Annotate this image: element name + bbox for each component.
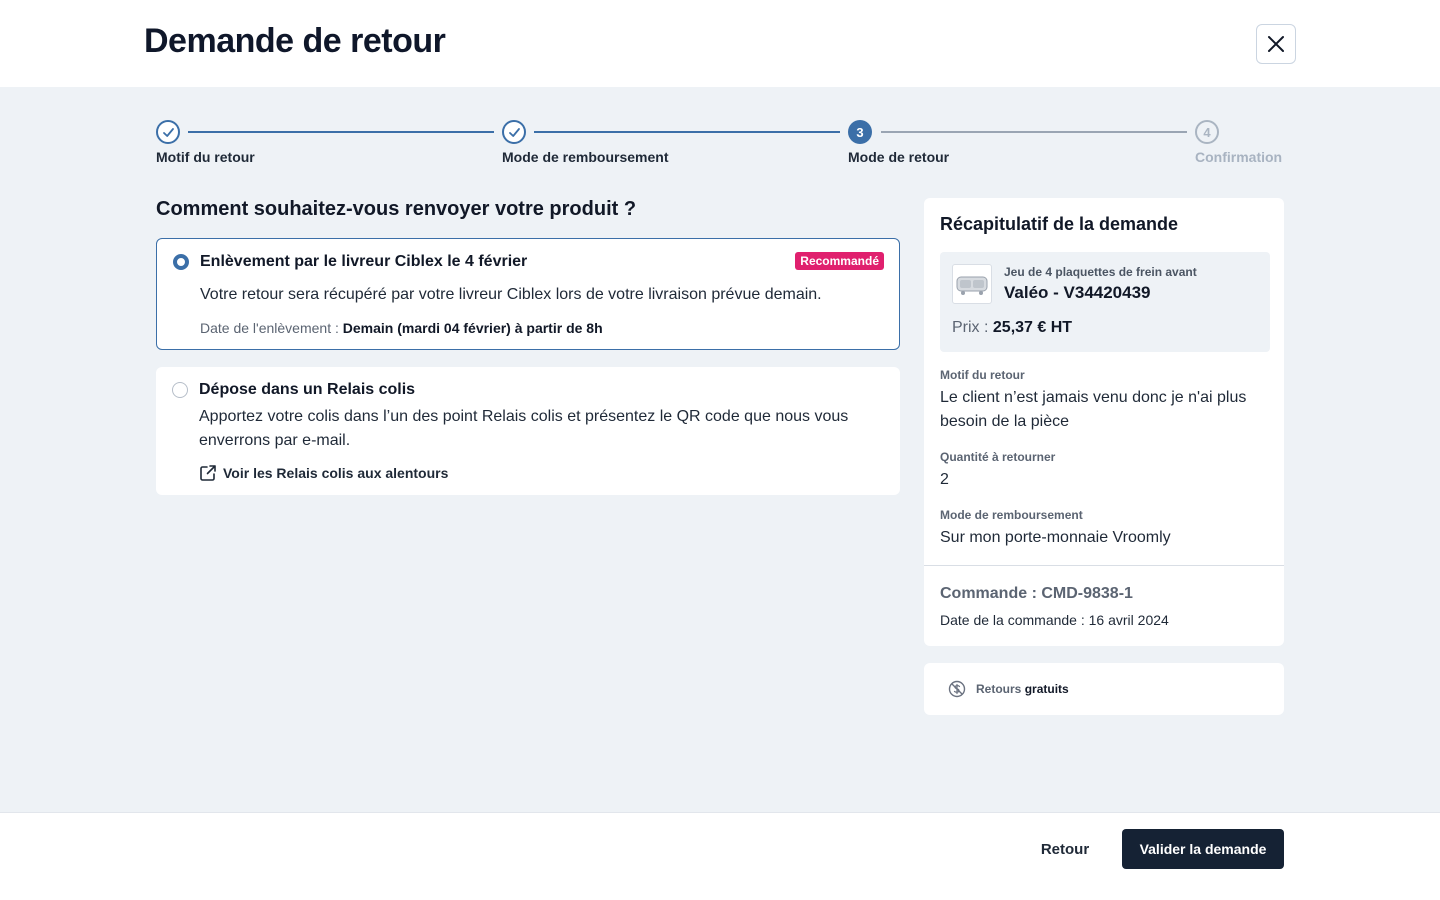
step-label: Mode de remboursement	[502, 149, 669, 165]
step-label: Confirmation	[1195, 149, 1283, 165]
reason-label: Motif du retour	[940, 368, 1025, 382]
radio-pickup[interactable]	[173, 254, 189, 270]
pickup-date: Date de l'enlèvement : Demain (mardi 04 …	[200, 320, 603, 336]
product-subtitle: Jeu de 4 plaquettes de frein avant	[1004, 265, 1197, 279]
summary-divider	[924, 565, 1284, 566]
request-summary: Récapitulatif de la demande Jeu de 4 pla…	[924, 198, 1284, 646]
free-returns-icon	[948, 680, 966, 698]
stepper: Motif du retour Mode de remboursement 3 …	[156, 120, 1284, 170]
step-number: 3	[848, 120, 872, 144]
step-number: 4	[1195, 120, 1219, 144]
summary-title: Récapitulatif de la demande	[940, 214, 1179, 234]
close-button[interactable]	[1256, 24, 1296, 64]
quantity-value: 2	[940, 471, 949, 488]
price-value: 25,37 € HT	[992, 319, 1073, 336]
step-connector	[534, 131, 840, 133]
price-label: Prix :	[952, 319, 989, 336]
order-number: Commande : CMD-9838-1	[940, 585, 1133, 602]
refund-label: Mode de remboursement	[940, 508, 1083, 522]
order-date: Date de la commande : 16 avril 2024	[940, 612, 1169, 628]
reason-value: Le client n’est jamais venu donc je n'ai…	[940, 389, 1247, 430]
header: Demande de retour	[0, 0, 1440, 87]
step-remboursement: Mode de remboursement	[502, 120, 668, 165]
free-returns-part1: Retours	[976, 682, 1022, 696]
option-title: Enlèvement par le livreur Ciblex le 4 fé…	[200, 253, 528, 270]
check-icon	[162, 127, 174, 137]
free-returns-banner: Retours gratuits	[924, 663, 1284, 715]
brake-pads-icon	[956, 276, 988, 295]
option-description: Votre retour sera récupéré par votre liv…	[200, 286, 822, 303]
refund-value: Sur mon porte-monnaie Vroomly	[940, 529, 1171, 546]
free-returns-text: Retours gratuits	[976, 682, 1069, 696]
step-connector	[881, 131, 1187, 133]
step-confirmation: 4 Confirmation	[1195, 120, 1282, 165]
option-relais-colis[interactable]: Dépose dans un Relais colis Apportez vot…	[156, 367, 900, 495]
free-returns-part2: gratuits	[1024, 682, 1069, 696]
footer: Retour Valider la demande	[0, 812, 1440, 900]
main-content: Motif du retour Mode de remboursement 3 …	[0, 87, 1440, 812]
step-check	[502, 120, 526, 144]
product-thumbnail	[952, 264, 992, 304]
option-description: Apportez votre colis dans l’un des point…	[199, 408, 849, 449]
option-title: Dépose dans un Relais colis	[199, 381, 416, 398]
external-link-icon	[200, 465, 216, 481]
section-question: Comment souhaitez-vous renvoyer votre pr…	[156, 198, 637, 220]
option-pickup-ciblex[interactable]: Enlèvement par le livreur Ciblex le 4 fé…	[156, 238, 900, 350]
radio-relais[interactable]	[172, 382, 188, 398]
step-mode-retour: 3 Mode de retour	[848, 120, 949, 165]
pickup-date-value: Demain (mardi 04 février) à partir de 8h	[342, 320, 603, 336]
page-title: Demande de retour	[144, 22, 446, 60]
recommended-badge: Recommandé	[795, 252, 884, 270]
relais-link-label: Voir les Relais colis aux alentours	[223, 465, 449, 481]
back-button[interactable]: Retour	[1024, 829, 1106, 869]
step-connector	[188, 131, 494, 133]
submit-button[interactable]: Valider la demande	[1122, 829, 1284, 869]
relais-link[interactable]: Voir les Relais colis aux alentours	[199, 464, 448, 482]
check-icon	[508, 127, 520, 137]
product-price: Prix : 25,37 € HT	[952, 319, 1072, 337]
step-motif: Motif du retour	[156, 120, 255, 165]
step-label: Mode de retour	[848, 149, 950, 165]
product-name: Valéo - V34420439	[1004, 283, 1151, 302]
pickup-date-label: Date de l'enlèvement :	[200, 320, 339, 336]
step-check	[156, 120, 180, 144]
product-card: Jeu de 4 plaquettes de frein avant Valéo…	[940, 252, 1270, 352]
step-label: Motif du retour	[156, 149, 255, 165]
close-icon	[1268, 36, 1284, 52]
quantity-label: Quantité à retourner	[940, 450, 1056, 464]
